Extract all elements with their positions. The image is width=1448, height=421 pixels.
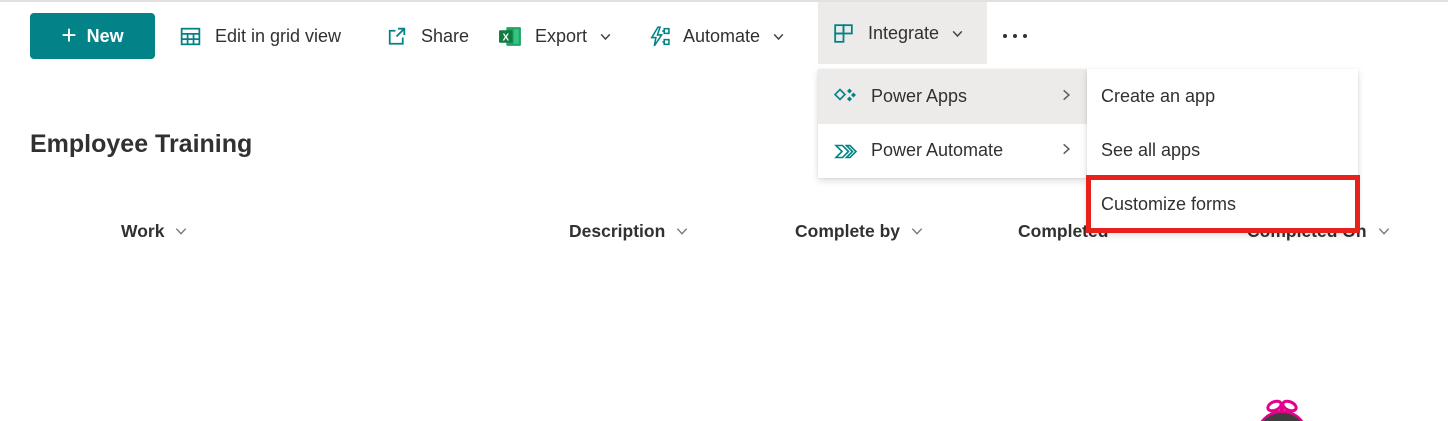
chevron-down-icon — [951, 24, 964, 45]
automate-icon — [646, 24, 671, 49]
top-divider — [0, 0, 1448, 2]
chevron-right-icon — [1059, 86, 1073, 107]
gift-illustration — [1252, 398, 1312, 421]
automate-label: Automate — [683, 25, 761, 46]
menu-item-power-apps[interactable]: Power Apps — [818, 69, 1087, 124]
automate-button[interactable]: Automate — [646, 13, 785, 59]
new-button-label: New — [86, 25, 124, 46]
plus-icon: + — [61, 20, 77, 50]
menu-item-power-automate[interactable]: Power Automate — [818, 124, 1087, 179]
export-button[interactable]: X Export — [498, 13, 612, 59]
new-button[interactable]: + New — [30, 13, 155, 59]
chevron-down-icon — [174, 222, 188, 243]
excel-icon: X — [498, 24, 523, 49]
share-icon — [384, 24, 409, 49]
integrate-menu: Power Apps Power Automate — [818, 69, 1087, 178]
integrate-icon — [831, 21, 856, 46]
edit-in-grid-view-button[interactable]: Edit in grid view — [178, 13, 341, 59]
chevron-right-icon — [1059, 140, 1073, 161]
menu-item-create-an-app[interactable]: Create an app — [1087, 69, 1358, 123]
column-label: Work — [121, 220, 165, 241]
share-label: Share — [421, 25, 470, 46]
menu-item-label: Customize forms — [1101, 194, 1237, 215]
page-title: Employee Training — [30, 130, 253, 158]
menu-item-label: See all apps — [1101, 139, 1201, 160]
column-label: Complete by — [795, 220, 901, 241]
svg-text:X: X — [503, 32, 510, 43]
column-header-complete-by[interactable]: Complete by — [795, 218, 924, 244]
menu-item-customize-forms[interactable]: Customize forms — [1087, 178, 1358, 232]
sharepoint-list-page: + New Edit in grid view Share X Export A… — [0, 0, 1448, 421]
menu-item-label: Power Automate — [871, 140, 1004, 161]
chevron-down-icon — [675, 222, 689, 243]
menu-item-label: Create an app — [1101, 85, 1216, 106]
column-header-work[interactable]: Work — [121, 218, 188, 244]
power-apps-icon — [832, 83, 858, 109]
integrate-button[interactable]: Integrate — [818, 2, 987, 64]
edit-in-grid-view-label: Edit in grid view — [215, 25, 342, 46]
grid-view-icon — [178, 24, 203, 49]
chevron-down-icon — [1377, 222, 1391, 243]
chevron-down-icon — [772, 27, 785, 48]
menu-item-label: Power Apps — [871, 85, 968, 106]
chevron-down-icon — [910, 222, 924, 243]
export-label: Export — [535, 25, 588, 46]
column-label: Description — [569, 220, 666, 241]
power-apps-submenu: Create an app See all apps Customize for… — [1087, 69, 1358, 232]
menu-item-see-all-apps[interactable]: See all apps — [1087, 123, 1358, 177]
power-automate-icon — [832, 138, 858, 164]
more-icon — [1000, 30, 1032, 42]
chevron-down-icon — [599, 27, 612, 48]
column-header-description[interactable]: Description — [569, 218, 689, 244]
more-commands-button[interactable] — [1000, 13, 1032, 59]
integrate-label: Integrate — [868, 22, 940, 43]
share-button[interactable]: Share — [384, 13, 469, 59]
